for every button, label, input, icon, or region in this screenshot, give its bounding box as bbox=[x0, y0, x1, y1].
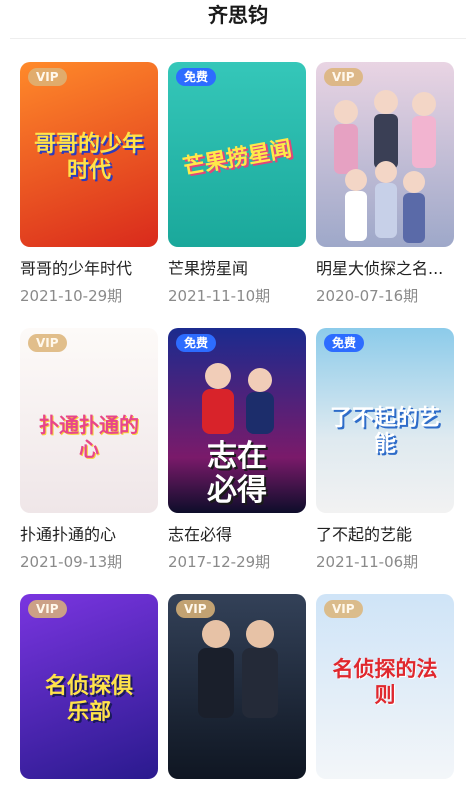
show-card[interactable]: VIP 扑通扑通的心 扑通扑通的心 2021-09-13期 bbox=[20, 328, 158, 572]
episode-date: 2021-11-10期 bbox=[168, 287, 271, 305]
episode-date: 2021-11-06期 bbox=[316, 553, 419, 571]
vip-badge: VIP bbox=[324, 600, 363, 618]
poster-title: 了不起的艺能 bbox=[329, 406, 440, 457]
show-poster[interactable]: 免费 了不起的艺能 bbox=[316, 328, 454, 513]
show-card[interactable]: VIP 哥哥的少年时代 哥哥的少年时代 2021-10-29期 bbox=[20, 62, 158, 306]
show-poster[interactable]: 免费 芒果捞星闻 bbox=[168, 62, 306, 247]
show-card[interactable]: 免费 志在必得 志在必得 2017-12-29期 bbox=[168, 328, 306, 572]
show-poster[interactable]: VIP 名侦探的法则 bbox=[316, 594, 454, 779]
show-poster[interactable]: VIP bbox=[316, 62, 454, 247]
show-card[interactable]: VIP 名侦探俱乐部 bbox=[20, 594, 158, 779]
show-title: 明星大侦探之名... bbox=[316, 259, 444, 278]
hosts-photo bbox=[198, 620, 278, 718]
show-poster[interactable]: VIP 名侦探俱乐部 bbox=[20, 594, 158, 779]
vip-badge: VIP bbox=[28, 68, 67, 86]
show-title: 扑通扑通的心 bbox=[20, 525, 117, 544]
episode-date: 2021-10-29期 bbox=[20, 287, 123, 305]
page-title: 齐思钧 bbox=[208, 2, 268, 27]
episode-date: 2021-09-13期 bbox=[20, 553, 123, 571]
cast-group-photo bbox=[334, 90, 436, 243]
header-divider bbox=[10, 38, 466, 39]
episode-date: 2017-12-29期 bbox=[168, 553, 271, 571]
poster-title: 名侦探俱乐部 bbox=[44, 674, 133, 725]
poster-title: 名侦探的法则 bbox=[332, 657, 438, 707]
show-poster[interactable]: VIP bbox=[168, 594, 306, 779]
show-card[interactable]: VIP 明星大侦探之名... 2020-07-16期 bbox=[316, 62, 454, 306]
show-title: 哥哥的少年时代 bbox=[20, 259, 133, 278]
show-poster[interactable]: VIP 哥哥的少年时代 bbox=[20, 62, 158, 247]
free-badge: 免费 bbox=[176, 68, 217, 86]
show-title: 芒果捞星闻 bbox=[168, 259, 249, 278]
vip-badge: VIP bbox=[28, 600, 67, 618]
show-card[interactable]: 免费 了不起的艺能 了不起的艺能 2021-11-06期 bbox=[316, 328, 454, 572]
show-poster[interactable]: VIP 扑通扑通的心 bbox=[20, 328, 158, 513]
show-title: 了不起的艺能 bbox=[316, 525, 413, 544]
show-title: 志在必得 bbox=[168, 525, 233, 544]
show-poster[interactable]: 免费 志在必得 bbox=[168, 328, 306, 513]
poster-title: 芒果捞星闻 bbox=[181, 136, 294, 181]
poster-title: 扑通扑通的心 bbox=[39, 413, 139, 461]
poster-title: 志在必得 bbox=[207, 439, 267, 508]
show-card[interactable]: 免费 芒果捞星闻 芒果捞星闻 2021-11-10期 bbox=[168, 62, 306, 306]
show-card[interactable]: VIP 名侦探的法则 bbox=[316, 594, 454, 779]
episode-date: 2020-07-16期 bbox=[316, 287, 419, 305]
free-badge: 免费 bbox=[324, 334, 365, 352]
poster-title: 哥哥的少年时代 bbox=[33, 132, 144, 183]
show-card[interactable]: VIP bbox=[168, 594, 306, 779]
page-header: 齐思钧 bbox=[0, 0, 476, 38]
vip-badge: VIP bbox=[28, 334, 67, 352]
